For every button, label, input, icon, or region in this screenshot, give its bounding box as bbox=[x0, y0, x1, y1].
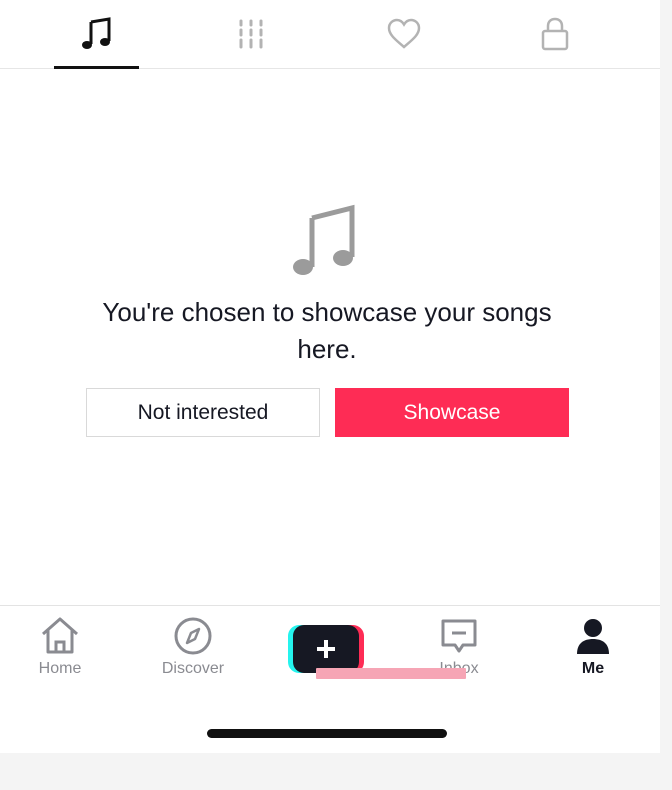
home-icon bbox=[42, 617, 78, 654]
plus-icon bbox=[317, 640, 335, 658]
active-tab-indicator bbox=[54, 66, 139, 69]
profile-screen: You're chosen to showcase your songs her… bbox=[0, 0, 660, 753]
grid-icon bbox=[239, 19, 263, 49]
music-note-icon bbox=[293, 204, 355, 275]
nav-me-label: Me bbox=[581, 660, 605, 677]
tab-liked[interactable] bbox=[362, 0, 446, 68]
create-button-face bbox=[293, 625, 359, 673]
nav-inbox[interactable]: Inbox bbox=[409, 606, 509, 696]
tab-music[interactable] bbox=[54, 0, 138, 68]
compass-icon bbox=[174, 617, 212, 655]
empty-state-message: You're chosen to showcase your songs her… bbox=[102, 297, 552, 364]
highlight-overlay-bar bbox=[316, 668, 466, 679]
showcase-button[interactable]: Showcase bbox=[335, 388, 569, 437]
nav-me[interactable]: Me bbox=[543, 606, 643, 696]
nav-discover-label: Discover bbox=[161, 660, 225, 677]
heart-icon bbox=[387, 18, 421, 49]
tab-private[interactable] bbox=[513, 0, 597, 68]
music-note-icon bbox=[82, 17, 111, 49]
nav-home[interactable]: Home bbox=[10, 606, 110, 696]
profile-tab-bar bbox=[0, 0, 660, 69]
nav-discover[interactable]: Discover bbox=[143, 606, 243, 696]
person-icon bbox=[577, 619, 609, 654]
home-indicator bbox=[207, 729, 447, 738]
tab-videos[interactable] bbox=[209, 0, 293, 68]
lock-icon bbox=[541, 17, 569, 51]
not-interested-button[interactable]: Not interested bbox=[86, 388, 320, 437]
inbox-icon bbox=[441, 619, 477, 653]
nav-home-label: Home bbox=[38, 660, 82, 677]
